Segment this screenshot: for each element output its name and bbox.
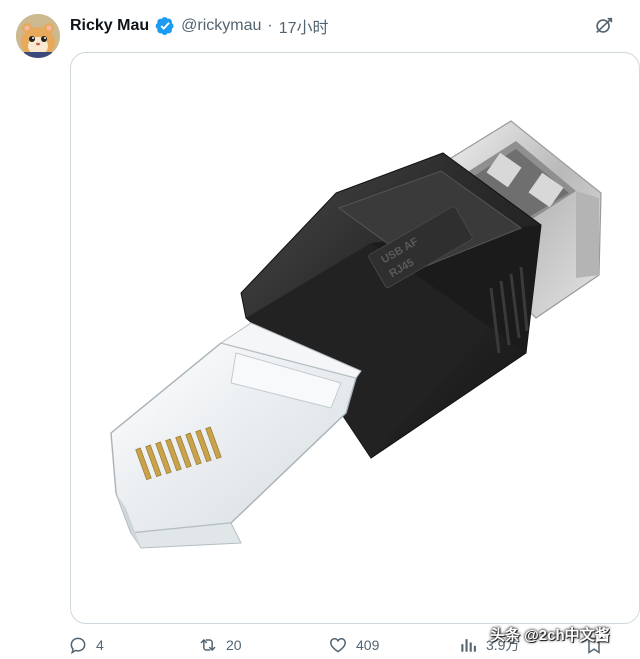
watermark-text: 头条 @2ch中文酱 (490, 627, 610, 644)
timestamp[interactable]: 17小时 (279, 14, 329, 38)
views-icon (461, 639, 476, 652)
retweet-count: 20 (226, 637, 242, 653)
author-handle[interactable]: @rickymau (181, 17, 261, 35)
hamster-avatar-icon (16, 14, 60, 58)
tweet-media-image[interactable]: USB AF RJ45 (70, 52, 640, 624)
header-separator: · (267, 17, 273, 34)
reply-icon (70, 637, 86, 655)
verified-badge-icon[interactable] (155, 16, 175, 36)
like-count: 409 (356, 637, 380, 653)
avatar[interactable] (16, 14, 60, 58)
retweet-button[interactable]: 20 (198, 635, 242, 655)
reply-count: 4 (96, 637, 104, 653)
retweet-icon (200, 639, 216, 651)
tweet-header: Ricky Mau @rickymau · 17小时 (70, 14, 329, 38)
like-icon (330, 637, 346, 653)
reply-button[interactable]: 4 (68, 635, 104, 655)
grok-icon[interactable] (592, 14, 616, 38)
adapter-photo: USB AF RJ45 (110, 120, 602, 549)
author-name[interactable]: Ricky Mau (70, 17, 149, 35)
like-button[interactable]: 409 (328, 635, 379, 655)
